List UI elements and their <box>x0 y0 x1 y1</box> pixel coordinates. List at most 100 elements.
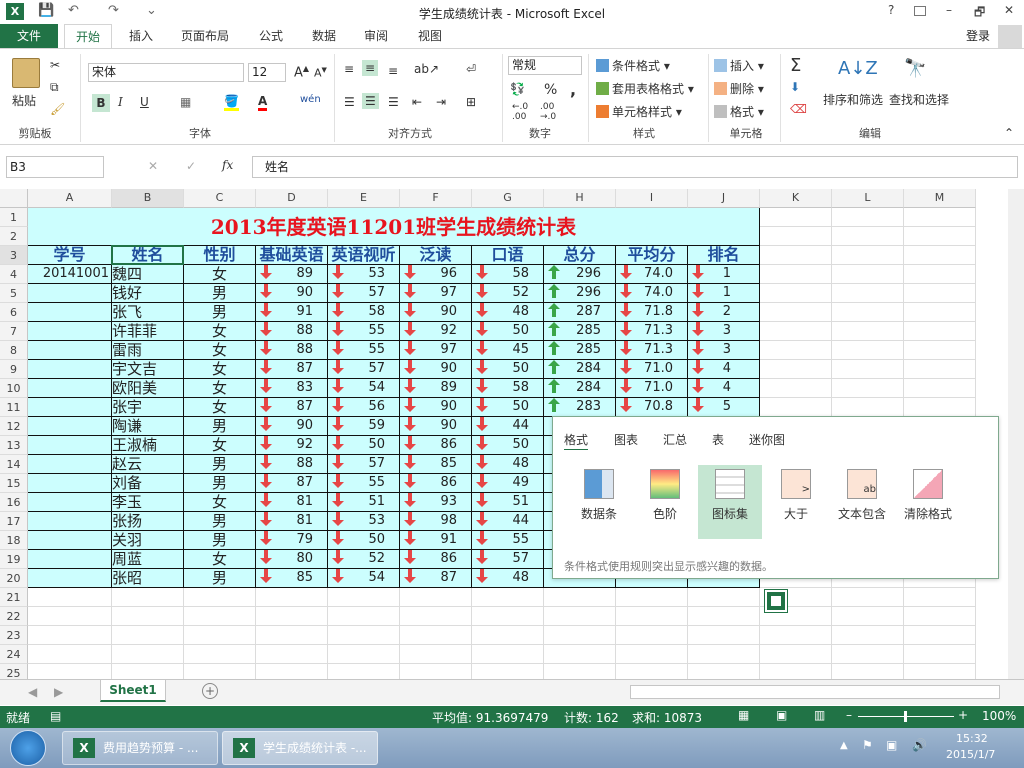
network-icon[interactable]: ▣ <box>886 738 897 752</box>
row-header[interactable]: 25 <box>0 664 28 679</box>
empty-cell[interactable] <box>760 645 832 664</box>
empty-cell[interactable] <box>760 265 832 284</box>
align-bottom-icon[interactable]: ≡ <box>388 64 398 78</box>
empty-cell[interactable] <box>472 664 544 679</box>
empty-cell[interactable] <box>832 265 904 284</box>
empty-cell[interactable] <box>760 341 832 360</box>
empty-cell[interactable] <box>184 626 256 645</box>
column-header[interactable]: K <box>760 189 832 208</box>
align-top-icon[interactable]: ≡ <box>344 62 354 76</box>
empty-cell[interactable] <box>832 360 904 379</box>
data-cell[interactable]: 71.3 <box>616 322 688 341</box>
underline-button[interactable]: U <box>140 95 149 109</box>
empty-cell[interactable] <box>904 246 976 265</box>
data-cell[interactable]: 48 <box>472 303 544 322</box>
empty-cell[interactable] <box>904 208 976 227</box>
column-header[interactable]: F <box>400 189 472 208</box>
data-cell[interactable]: 57 <box>328 360 400 379</box>
start-button[interactable] <box>10 730 46 766</box>
data-cell[interactable]: 李玉 <box>112 493 184 512</box>
data-cell[interactable]: 女 <box>184 398 256 417</box>
empty-cell[interactable] <box>760 664 832 679</box>
data-cell[interactable]: 50 <box>472 360 544 379</box>
font-color-icon[interactable]: A <box>258 94 268 111</box>
comma-style-button[interactable]: , <box>570 80 576 99</box>
data-cell[interactable]: 55 <box>328 322 400 341</box>
empty-cell[interactable] <box>832 645 904 664</box>
data-cell[interactable]: 50 <box>328 531 400 550</box>
data-cell[interactable]: 女 <box>184 493 256 512</box>
empty-cell[interactable] <box>904 626 976 645</box>
empty-cell[interactable] <box>616 607 688 626</box>
empty-cell[interactable] <box>832 341 904 360</box>
tab-file[interactable]: 文件 <box>0 24 58 49</box>
data-cell[interactable]: 男 <box>184 284 256 303</box>
column-header[interactable]: J <box>688 189 760 208</box>
data-cell[interactable]: 58 <box>472 265 544 284</box>
data-cell[interactable]: 284 <box>544 360 616 379</box>
merge-center-icon[interactable]: ⊞ <box>466 95 476 109</box>
qa-tab-format[interactable]: 格式 <box>564 431 589 450</box>
data-cell[interactable]: 1 <box>688 265 760 284</box>
row-header[interactable]: 13 <box>0 436 28 455</box>
data-cell[interactable]: 92 <box>256 436 328 455</box>
border-icon[interactable]: ▦ <box>180 95 191 109</box>
data-cell[interactable] <box>28 341 112 360</box>
data-cell[interactable]: 陶谦 <box>112 417 184 436</box>
data-cell[interactable] <box>28 512 112 531</box>
data-cell[interactable]: 91 <box>256 303 328 322</box>
decrease-decimal-icon[interactable]: .00 →.0 <box>540 102 556 122</box>
format-as-table-button[interactable]: 套用表格格式 ▾ <box>596 80 694 97</box>
empty-cell[interactable] <box>832 208 904 227</box>
empty-cell[interactable] <box>760 303 832 322</box>
clock-date[interactable]: 2015/1/7 <box>946 748 995 761</box>
empty-cell[interactable] <box>544 607 616 626</box>
data-cell[interactable]: 97 <box>400 284 472 303</box>
data-cell[interactable]: 男 <box>184 474 256 493</box>
data-cell[interactable]: 张飞 <box>112 303 184 322</box>
data-cell[interactable]: 男 <box>184 455 256 474</box>
data-cell[interactable]: 女 <box>184 265 256 284</box>
data-cell[interactable]: 71.0 <box>616 360 688 379</box>
row-header[interactable]: 23 <box>0 626 28 645</box>
data-cell[interactable]: 74.0 <box>616 265 688 284</box>
format-cells-button[interactable]: 格式 ▾ <box>714 103 764 120</box>
data-cell[interactable]: 79 <box>256 531 328 550</box>
normal-view-icon[interactable]: ▦ <box>738 708 749 722</box>
data-cell[interactable] <box>28 550 112 569</box>
data-cell[interactable]: 51 <box>328 493 400 512</box>
data-cell[interactable] <box>28 569 112 588</box>
empty-cell[interactable] <box>688 645 760 664</box>
data-cell[interactable]: 钱好 <box>112 284 184 303</box>
data-cell[interactable]: 283 <box>544 398 616 417</box>
empty-cell[interactable] <box>904 664 976 679</box>
column-header[interactable]: G <box>472 189 544 208</box>
data-cell[interactable]: 98 <box>400 512 472 531</box>
cell-styles-button[interactable]: 单元格样式 ▾ <box>596 103 682 120</box>
wrap-text-icon[interactable]: ⏎ <box>466 62 476 76</box>
zoom-level[interactable]: 100% <box>982 709 1016 723</box>
data-cell[interactable]: 男 <box>184 512 256 531</box>
login-link[interactable]: 登录 <box>966 27 990 44</box>
data-cell[interactable]: 1 <box>688 284 760 303</box>
data-cell[interactable]: 张宇 <box>112 398 184 417</box>
empty-cell[interactable] <box>904 588 976 607</box>
empty-cell[interactable] <box>616 588 688 607</box>
data-cell[interactable]: 89 <box>400 379 472 398</box>
empty-cell[interactable] <box>544 626 616 645</box>
qa-clear-format[interactable]: 清除格式 <box>896 469 960 522</box>
taskbar-item-budget[interactable]: X 费用趋势预算 - ... <box>62 731 218 765</box>
row-header[interactable]: 12 <box>0 417 28 436</box>
table-header-cell[interactable]: 总分 <box>544 246 616 265</box>
new-sheet-button[interactable]: + <box>202 683 218 699</box>
ribbon-display-icon[interactable] <box>914 6 926 16</box>
data-cell[interactable]: 296 <box>544 284 616 303</box>
row-header[interactable]: 1 <box>0 208 28 227</box>
empty-cell[interactable] <box>832 246 904 265</box>
data-cell[interactable]: 女 <box>184 550 256 569</box>
data-cell[interactable]: 71.3 <box>616 341 688 360</box>
row-header[interactable]: 20 <box>0 569 28 588</box>
data-cell[interactable]: 57 <box>328 284 400 303</box>
fill-color-icon[interactable]: 🪣 <box>224 94 239 111</box>
data-cell[interactable]: 58 <box>472 379 544 398</box>
